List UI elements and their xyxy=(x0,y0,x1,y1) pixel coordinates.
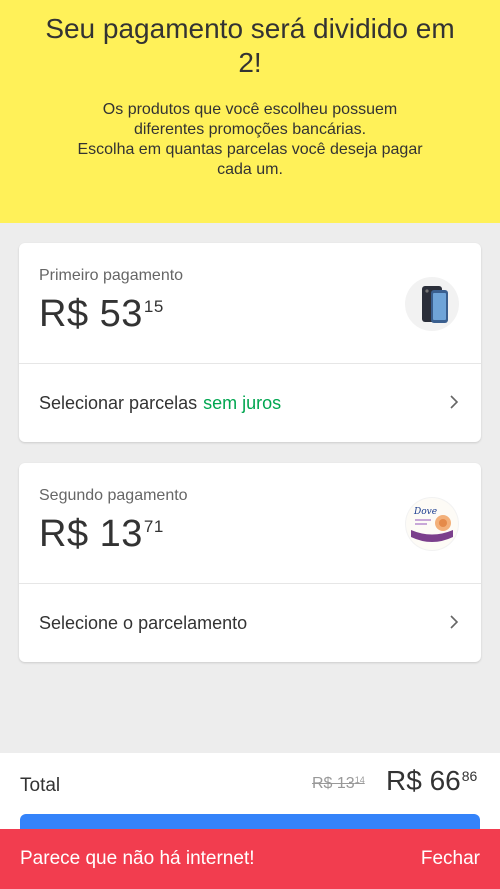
amount-integer: R$ 13 xyxy=(39,513,143,555)
chevron-right-icon xyxy=(450,615,459,629)
old-price-cents: 14 xyxy=(354,775,365,785)
brand-text: Dove xyxy=(413,507,437,517)
original-price: R$ 1314 xyxy=(312,775,365,793)
payment-label: Primeiro pagamento xyxy=(39,267,184,284)
action-label: Selecione o parcelamento xyxy=(39,612,248,633)
total-label: Total xyxy=(20,775,61,796)
payment-card-second: Segundo pagamento R$ 1371 Dove Selecione… xyxy=(19,463,481,662)
amount-cents: 71 xyxy=(143,517,164,536)
close-snackbar-button[interactable]: Fechar xyxy=(421,848,480,870)
subtitle-line: Os produtos que você escolheu possuem xyxy=(102,101,398,118)
payment-summary: Primeiro pagamento R$ 5315 xyxy=(19,243,481,364)
interest-free-label: sem juros xyxy=(203,392,282,413)
no-internet-snackbar: Parece que não há internet! Fechar xyxy=(0,829,500,889)
total-price-cents: 86 xyxy=(461,768,478,784)
total-price-integer: R$ 66 xyxy=(386,765,461,796)
header-banner: Seu pagamento será dividido em 2! Os pro… xyxy=(0,0,500,223)
subtitle-line: Escolha em quantas parcelas você deseja … xyxy=(77,141,423,158)
amount-integer: R$ 53 xyxy=(39,293,143,335)
chevron-right-icon xyxy=(450,395,459,409)
payment-amount: R$ 1371 xyxy=(39,513,164,556)
page-subtitle: Os produtos que você escolheu possuem di… xyxy=(30,100,470,180)
select-installments-button[interactable]: Selecione o parcelamento xyxy=(19,584,481,662)
payment-summary: Segundo pagamento R$ 1371 Dove xyxy=(19,463,481,584)
smartphone-icon xyxy=(405,277,459,331)
payment-amount: R$ 5315 xyxy=(39,293,164,336)
dove-product-icon: Dove xyxy=(405,497,459,551)
action-label: Selecionar parcelas xyxy=(39,392,198,413)
snackbar-message: Parece que não há internet! xyxy=(20,848,255,869)
subtitle-line: diferentes promoções bancárias. xyxy=(133,121,367,138)
select-installments-button[interactable]: Selecionar parcelas sem juros xyxy=(19,364,481,442)
page-title: Seu pagamento será dividido em 2! xyxy=(45,13,455,78)
old-price-integer: R$ 13 xyxy=(312,775,355,792)
amount-cents: 15 xyxy=(143,297,164,316)
payment-card-first: Primeiro pagamento R$ 5315 Selecionar pa… xyxy=(19,243,481,442)
subtitle-line: cada um. xyxy=(217,161,283,178)
payment-label: Segundo pagamento xyxy=(39,487,188,504)
total-price: R$ 6686 xyxy=(386,765,477,797)
